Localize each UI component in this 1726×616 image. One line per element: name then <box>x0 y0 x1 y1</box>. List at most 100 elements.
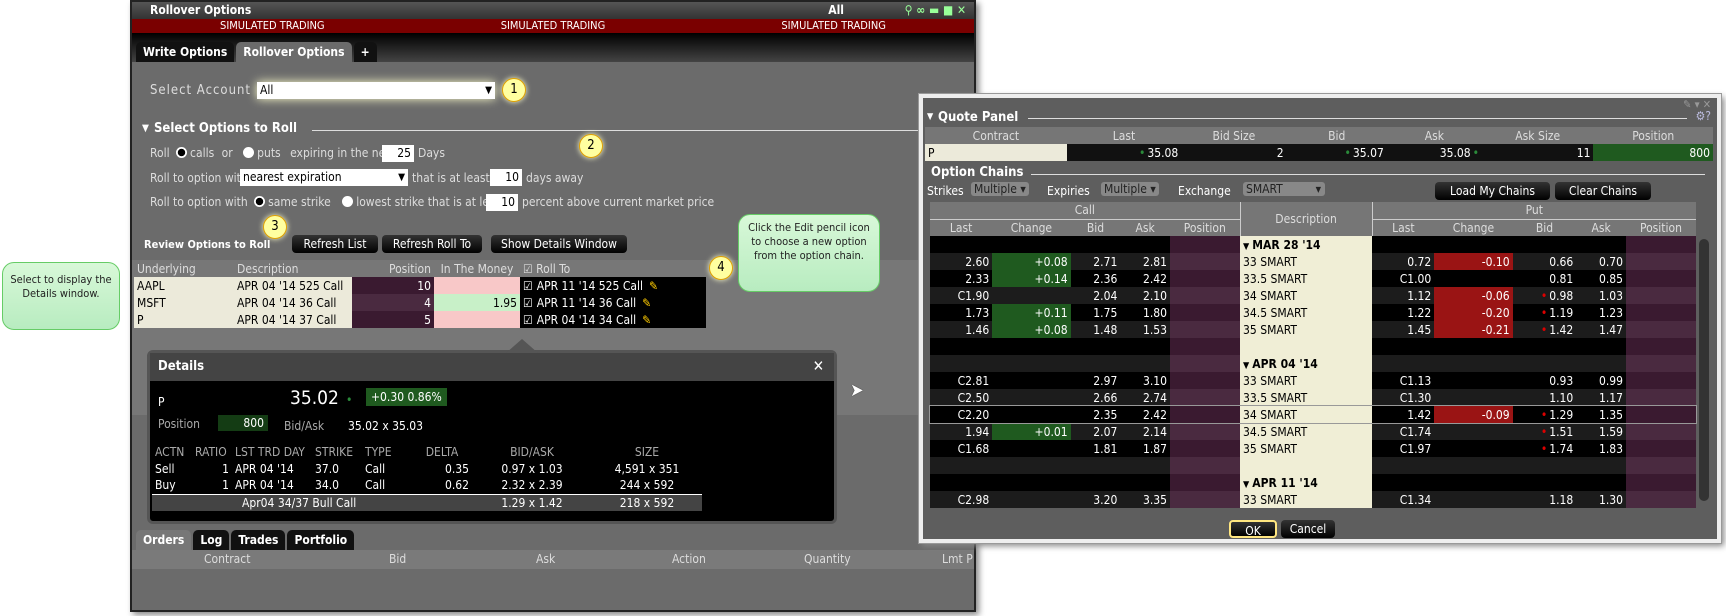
call-position[interactable] <box>1170 287 1241 304</box>
tab-trades[interactable]: Trades <box>231 530 286 550</box>
put-ask[interactable]: 0.70 <box>1576 253 1626 270</box>
strike-description[interactable] <box>1240 457 1373 474</box>
put-ask[interactable] <box>1576 355 1626 372</box>
call-bid[interactable]: 1.48 <box>1071 321 1121 338</box>
call-position[interactable] <box>1170 270 1241 287</box>
put-ask[interactable] <box>1576 236 1626 253</box>
call-position[interactable] <box>1170 338 1241 355</box>
percent-input[interactable]: 10 <box>486 194 518 211</box>
underlying-cell[interactable]: AAPL <box>134 277 234 294</box>
call-change[interactable] <box>992 406 1070 423</box>
edit-pencil-icon[interactable]: ✎ <box>642 313 651 327</box>
call-position[interactable] <box>1170 406 1241 423</box>
strike-description[interactable]: 35 SMART <box>1240 440 1373 457</box>
put-bid[interactable]: 1.29 <box>1513 406 1577 423</box>
put-position[interactable] <box>1626 338 1696 355</box>
put-position[interactable] <box>1626 355 1696 372</box>
put-bid[interactable]: 0.81 <box>1513 270 1577 287</box>
call-bid[interactable]: 2.35 <box>1071 406 1121 423</box>
put-change[interactable] <box>1434 355 1512 372</box>
put-position[interactable] <box>1626 236 1696 253</box>
put-bid[interactable]: 1.19 <box>1513 304 1577 321</box>
put-position[interactable] <box>1626 304 1696 321</box>
call-position[interactable] <box>1170 491 1241 508</box>
call-change[interactable]: +0.01 <box>992 423 1071 440</box>
call-bid[interactable] <box>1071 474 1121 491</box>
call-change[interactable]: +0.08 <box>992 321 1071 338</box>
expiries-dropdown[interactable]: Multiple ▾ <box>1101 182 1159 196</box>
call-ask[interactable]: 3.10 <box>1120 372 1170 389</box>
put-bid[interactable]: 0.66 <box>1513 253 1577 270</box>
put-last[interactable]: 1.22 <box>1372 304 1434 321</box>
put-bid[interactable] <box>1513 474 1577 491</box>
call-last[interactable]: 1.94 <box>930 423 992 440</box>
expiry-label[interactable]: ▼ APR 11 '14 <box>1240 474 1373 491</box>
add-tab-button[interactable]: + <box>353 42 377 62</box>
call-ask[interactable] <box>1120 474 1170 491</box>
put-position[interactable] <box>1626 253 1696 270</box>
call-last[interactable]: 1.46 <box>930 321 992 338</box>
strike-description[interactable]: 33.5 SMART <box>1240 389 1373 406</box>
call-ask[interactable]: 2.14 <box>1120 423 1170 440</box>
strike-description[interactable]: 33 SMART <box>1240 491 1373 508</box>
call-change[interactable] <box>992 372 1070 389</box>
tab-orders[interactable]: Orders <box>136 530 192 550</box>
table-row[interactable]: P APR 04 '14 37 Call 5 ☑ APR 04 '14 34 Call ✎ <box>134 311 706 328</box>
put-ask[interactable] <box>1576 457 1626 474</box>
call-ask[interactable]: 1.80 <box>1120 304 1170 321</box>
call-bid[interactable]: 2.07 <box>1071 423 1121 440</box>
put-ask[interactable]: 1.35 <box>1576 406 1626 423</box>
put-ask[interactable]: 1.83 <box>1576 440 1626 457</box>
call-last[interactable]: C1.90 <box>930 287 992 304</box>
chain-row[interactable]: 2.33 +0.14 2.36 2.42 33.5 SMART C1.00 0.81 0.85 <box>930 270 1696 287</box>
call-position[interactable] <box>1170 321 1241 338</box>
roll-checkbox[interactable]: ☑ <box>523 313 533 327</box>
call-bid[interactable]: 2.97 <box>1071 372 1121 389</box>
put-position[interactable] <box>1626 389 1696 406</box>
call-last[interactable]: 2.33 <box>930 270 992 287</box>
put-change[interactable] <box>1434 457 1512 474</box>
call-ask[interactable]: 2.81 <box>1120 253 1170 270</box>
put-last[interactable] <box>1372 338 1434 355</box>
call-position[interactable] <box>1170 457 1241 474</box>
put-position[interactable] <box>1626 491 1696 508</box>
put-change[interactable]: -0.10 <box>1434 253 1513 270</box>
put-position[interactable] <box>1626 406 1696 423</box>
chain-row[interactable]: C1.68 1.811.87 35 SMARTC1.97 1.741.83 <box>930 440 1696 457</box>
put-ask[interactable]: 1.59 <box>1576 423 1626 440</box>
call-ask[interactable] <box>1120 236 1170 253</box>
tab-write-options[interactable]: Write Options <box>136 42 235 62</box>
put-bid[interactable]: 1.42 <box>1513 321 1577 338</box>
call-position[interactable] <box>1170 304 1241 321</box>
put-bid[interactable]: 0.98 <box>1513 287 1577 304</box>
edit-pencil-icon[interactable]: ✎ <box>642 296 651 310</box>
call-change[interactable] <box>992 236 1070 253</box>
put-last[interactable]: 1.42 <box>1372 406 1434 423</box>
put-last[interactable] <box>1372 355 1434 372</box>
put-ask[interactable]: 1.23 <box>1576 304 1626 321</box>
put-bid[interactable]: 0.93 <box>1513 372 1577 389</box>
put-change[interactable] <box>1434 270 1512 287</box>
put-position[interactable] <box>1626 457 1696 474</box>
account-dropdown[interactable]: All <box>257 82 495 99</box>
scrollbar[interactable] <box>1699 239 1709 501</box>
call-change[interactable] <box>992 287 1070 304</box>
call-bid[interactable]: 2.71 <box>1071 253 1121 270</box>
table-row[interactable]: AAPL APR 04 '14 525 Call 10 ☑ APR 11 '14 525… <box>134 277 706 294</box>
cancel-button[interactable]: Cancel <box>1281 520 1335 538</box>
put-position[interactable] <box>1626 321 1696 338</box>
put-ask[interactable]: 0.85 <box>1576 270 1626 287</box>
call-last[interactable]: C2.20 <box>930 406 992 423</box>
call-position[interactable] <box>1170 253 1241 270</box>
put-change[interactable] <box>1434 440 1512 457</box>
put-position[interactable] <box>1626 474 1696 491</box>
call-last[interactable]: 2.60 <box>930 253 992 270</box>
chain-row[interactable]: 2.60 +0.08 2.71 2.81 33 SMART 0.72 -0.10 0.66 0.… <box>930 253 1696 270</box>
put-bid[interactable]: 1.74 <box>1513 440 1577 457</box>
call-bid[interactable]: 2.04 <box>1071 287 1121 304</box>
expand-icon[interactable]: ▼ <box>1243 480 1249 490</box>
refresh-list-button[interactable]: Refresh List <box>292 235 378 253</box>
roll-checkbox[interactable]: ☑ <box>523 279 533 293</box>
quote-cell-contract[interactable]: P <box>925 144 1067 161</box>
window-controls-icon[interactable]: ⚲ ∞ ▬ ■ ✕ <box>905 2 966 19</box>
